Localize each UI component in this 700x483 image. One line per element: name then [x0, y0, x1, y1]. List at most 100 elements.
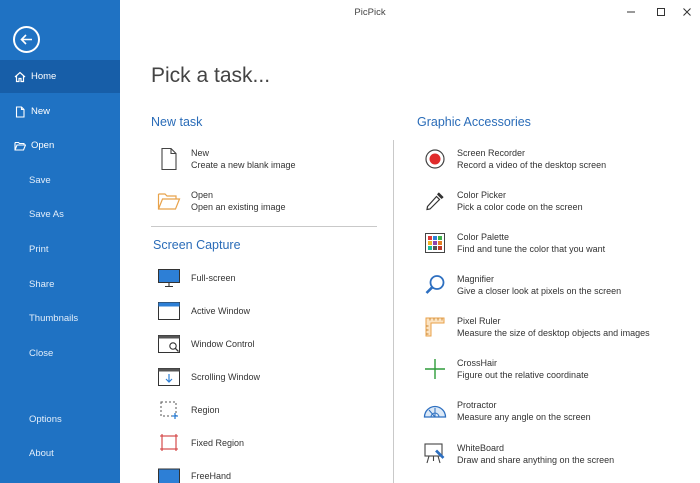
minimize-icon	[627, 11, 635, 13]
tool-description: Record a video of the desktop screen	[457, 160, 607, 170]
maximize-icon	[657, 8, 665, 16]
sidebar-item-label: Save As	[29, 209, 64, 220]
scrolling-window-icon	[157, 366, 181, 388]
tool-description: Measure the size of desktop objects and …	[457, 328, 650, 338]
eyedropper-icon	[423, 189, 447, 213]
tool-whiteboard[interactable]: WhiteBoard Draw and share anything on th…	[423, 442, 614, 466]
capture-freehand[interactable]: FreeHand	[157, 465, 231, 483]
capture-region[interactable]: Region	[157, 399, 220, 421]
sidebar-item-label: Print	[29, 244, 49, 255]
task-description: Open an existing image	[191, 202, 286, 212]
sidebar-item-print[interactable]: Print	[0, 233, 120, 266]
new-file-icon	[13, 105, 27, 119]
sidebar-item-save-as[interactable]: Save As	[0, 198, 120, 231]
tool-name: Pixel Ruler	[457, 316, 501, 326]
sidebar-item-open[interactable]: Open	[0, 129, 120, 162]
sidebar-item-about[interactable]: About	[0, 437, 120, 470]
close-icon	[683, 8, 691, 16]
tool-name: Color Picker	[457, 190, 507, 200]
tool-description: Pick a color code on the screen	[457, 202, 583, 212]
sidebar-item-label: Share	[29, 279, 55, 290]
tool-description: Find and tune the color that you want	[457, 244, 606, 254]
magnifier-icon	[423, 273, 447, 297]
capture-window-control[interactable]: Window Control	[157, 333, 255, 355]
record-icon	[423, 147, 447, 171]
minimize-button[interactable]	[616, 0, 646, 24]
title-bar: PicPick	[120, 0, 700, 26]
region-icon	[157, 399, 181, 421]
sidebar-item-home[interactable]: Home	[0, 60, 120, 93]
tool-color-palette[interactable]: Color Palette Find and tune the color th…	[423, 231, 605, 255]
tool-name: CrossHair	[457, 358, 498, 368]
sidebar-item-options[interactable]: Options	[0, 403, 120, 436]
tool-name: Protractor	[457, 400, 497, 410]
sidebar: Home New Open Save Save As Print Share T…	[0, 0, 120, 483]
tool-name: Magnifier	[457, 274, 495, 284]
tool-description: Give a closer look at pixels on the scre…	[457, 286, 622, 296]
page-title: Pick a task...	[151, 64, 271, 87]
tool-pixel-ruler[interactable]: Pixel Ruler Measure the size of desktop …	[423, 315, 650, 339]
sidebar-item-label: Home	[31, 71, 57, 82]
sidebar-item-label: Thumbnails	[29, 313, 79, 324]
crosshair-icon	[423, 357, 447, 381]
fixed-region-icon	[157, 432, 181, 454]
tool-magnifier[interactable]: Magnifier Give a closer look at pixels o…	[423, 273, 621, 297]
task-open[interactable]: Open Open an existing image	[157, 189, 286, 213]
capture-name: Region	[191, 405, 220, 415]
sidebar-item-label: Save	[29, 175, 51, 186]
close-window-button[interactable]	[672, 0, 700, 24]
blank-page-icon	[157, 147, 181, 171]
capture-active-window[interactable]: Active Window	[157, 300, 250, 322]
folder-open-icon	[13, 139, 27, 153]
capture-name: Fixed Region	[191, 438, 245, 448]
whiteboard-icon	[423, 442, 447, 466]
home-icon	[13, 70, 27, 84]
tool-color-picker[interactable]: Color Picker Pick a color code on the sc…	[423, 189, 583, 213]
capture-name: FreeHand	[191, 471, 232, 481]
section-title-new-task: New task	[151, 115, 203, 129]
sidebar-item-save[interactable]: Save	[0, 164, 120, 197]
sidebar-item-label: Close	[29, 348, 54, 359]
ruler-icon	[423, 315, 447, 339]
capture-name: Active Window	[191, 306, 251, 316]
task-new[interactable]: New Create a new blank image	[157, 147, 296, 171]
palette-icon	[423, 231, 447, 255]
sidebar-item-label: Options	[29, 414, 62, 425]
task-name: New	[191, 148, 210, 158]
monitor-icon	[157, 267, 181, 289]
window-title: PicPick	[354, 7, 386, 18]
section-title-graphic-accessories: Graphic Accessories	[417, 115, 531, 129]
folder-icon	[157, 189, 181, 213]
capture-fixed-region[interactable]: Fixed Region	[157, 432, 244, 454]
window-control-icon	[157, 333, 181, 355]
protractor-icon	[423, 399, 447, 423]
capture-name: Full-screen	[191, 273, 236, 283]
tool-description: Draw and share anything on the screen	[457, 455, 615, 465]
tool-screen-recorder[interactable]: Screen Recorder Record a video of the de…	[423, 147, 606, 171]
capture-name: Scrolling Window	[191, 372, 261, 382]
sidebar-item-new[interactable]: New	[0, 95, 120, 128]
tool-name: Screen Recorder	[457, 148, 526, 158]
arrow-left-icon	[20, 34, 32, 45]
tool-crosshair[interactable]: CrossHair Figure out the relative coordi…	[423, 357, 589, 381]
column-divider	[393, 140, 394, 483]
tool-name: WhiteBoard	[457, 443, 505, 453]
capture-full-screen[interactable]: Full-screen	[157, 267, 236, 289]
sidebar-item-close[interactable]: Close	[0, 337, 120, 370]
sidebar-item-share[interactable]: Share	[0, 268, 120, 301]
window-icon	[157, 300, 181, 322]
capture-scrolling-window[interactable]: Scrolling Window	[157, 366, 260, 388]
sidebar-item-label: About	[29, 448, 54, 459]
back-button[interactable]	[13, 26, 40, 53]
section-title-screen-capture: Screen Capture	[153, 238, 241, 252]
task-description: Create a new blank image	[191, 160, 296, 170]
tool-description: Figure out the relative coordinate	[457, 370, 589, 380]
capture-name: Window Control	[191, 339, 255, 349]
tool-protractor[interactable]: Protractor Measure any angle on the scre…	[423, 399, 591, 423]
task-name: Open	[191, 190, 214, 200]
sidebar-item-thumbnails[interactable]: Thumbnails	[0, 302, 120, 335]
freehand-icon	[157, 465, 181, 483]
section-divider	[151, 226, 377, 227]
tool-name: Color Palette	[457, 232, 510, 242]
tool-description: Measure any angle on the screen	[457, 412, 591, 422]
